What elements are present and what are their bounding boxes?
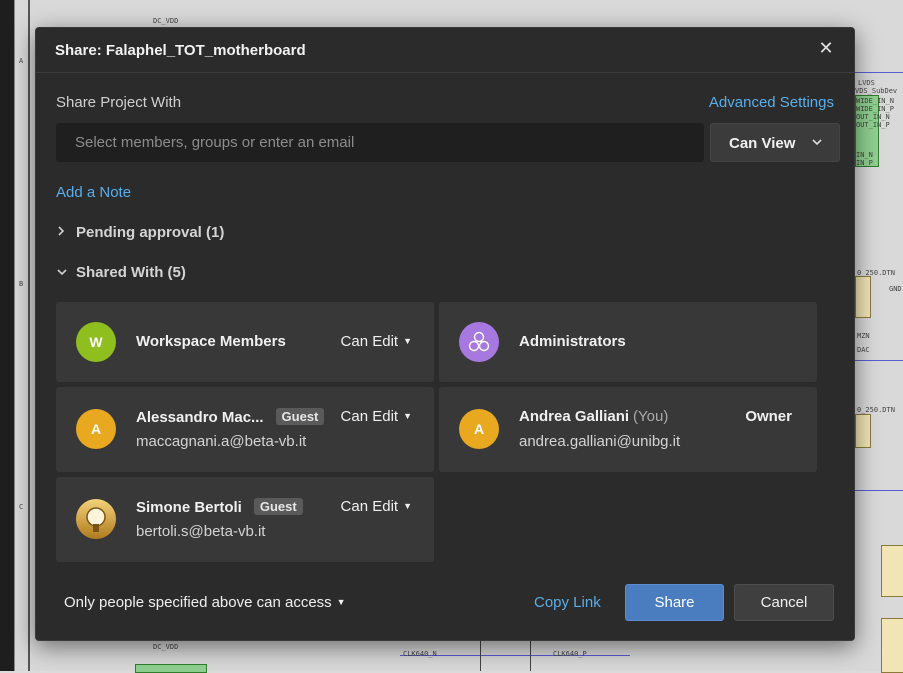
- member-card: A Alessandro Mac... Guest maccagnani.a@be…: [56, 387, 434, 472]
- member-name: Alessandro Mac...: [136, 409, 264, 426]
- member-name: Simone Bertoli: [136, 499, 242, 516]
- component-block: [855, 414, 871, 448]
- advanced-settings-link[interactable]: Advanced Settings: [709, 94, 834, 111]
- role-dropdown[interactable]: Can Edit ▼: [341, 498, 412, 515]
- net-label: IN_N: [856, 151, 873, 159]
- add-note-link[interactable]: Add a Note: [56, 184, 131, 201]
- net-label: IN_P: [856, 159, 873, 167]
- role-label: Can Edit: [340, 408, 399, 425]
- dialog-title: Share: Falaphel_TOT_motherboard: [55, 42, 306, 59]
- share-button[interactable]: Share: [625, 584, 724, 621]
- left-toolbar-strip: [0, 0, 14, 671]
- member-name-row: Simone Bertoli Guest: [136, 498, 303, 516]
- net-label: CLK640_N: [403, 650, 437, 658]
- grid-row-label: B: [19, 280, 24, 288]
- permission-dropdown-label: Can View: [729, 135, 796, 152]
- net-label: WIDE_IN_N: [856, 97, 894, 105]
- net-label: WIDE_IN_P: [856, 105, 894, 113]
- chevron-down-icon: [811, 132, 823, 155]
- grid-row-label: A: [19, 57, 24, 65]
- component-block: [855, 276, 871, 318]
- avatar: A: [459, 409, 499, 449]
- member-name-row: Andrea Galliani (You): [519, 408, 668, 425]
- dialog-header: Share: Falaphel_TOT_motherboard ✕: [36, 28, 854, 73]
- you-tag: (You): [633, 408, 669, 425]
- net-label: CLK640_P: [553, 650, 587, 658]
- net-label: MZN: [857, 332, 870, 340]
- avatar: W: [76, 322, 116, 362]
- role-dropdown[interactable]: Can Edit ▼: [341, 408, 412, 425]
- shared-with-label: Shared With (5): [76, 264, 186, 281]
- shared-with-toggle[interactable]: Shared With (5): [56, 264, 186, 281]
- net-label: LVDS: [858, 79, 875, 87]
- wire: [855, 490, 903, 491]
- caret-down-icon: ▼: [336, 597, 346, 607]
- wire: [855, 360, 903, 361]
- net-label: OUT_IN_N: [856, 113, 890, 121]
- owner-role-label: Owner: [745, 408, 792, 425]
- component-block: [881, 545, 903, 597]
- wire: [855, 72, 903, 73]
- bus-line: [480, 641, 481, 671]
- permission-dropdown[interactable]: Can View: [710, 123, 840, 162]
- role-dropdown[interactable]: Can Edit ▼: [341, 333, 412, 350]
- grid-row-label: C: [19, 503, 24, 511]
- member-card: W Workspace Members Can Edit ▼: [56, 302, 434, 382]
- member-name: Administrators: [519, 333, 626, 350]
- pending-approval-toggle[interactable]: Pending approval (1): [56, 224, 224, 241]
- share-dialog: Share: Falaphel_TOT_motherboard ✕ Share …: [35, 27, 855, 641]
- net-label: DAC: [857, 346, 870, 354]
- member-name: Workspace Members: [136, 333, 286, 350]
- net-label: DC_VDD: [153, 643, 179, 651]
- share-with-label: Share Project With: [56, 94, 182, 111]
- bus-line: [530, 641, 531, 671]
- caret-down-icon: ▼: [403, 501, 412, 511]
- member-name: Andrea Galliani: [519, 408, 630, 425]
- copy-link-button[interactable]: Copy Link: [534, 594, 601, 611]
- component-block: [135, 664, 207, 673]
- chevron-down-icon: [56, 267, 76, 280]
- guest-badge: Guest: [275, 408, 325, 425]
- cancel-button[interactable]: Cancel: [734, 584, 834, 621]
- avatar: A: [76, 409, 116, 449]
- group-icon: [459, 322, 499, 362]
- member-name-row: Alessandro Mac... Guest: [136, 408, 325, 426]
- profile-photo-avatar: [76, 499, 116, 539]
- net-label: DC_VDD: [153, 17, 179, 25]
- member-card: Administrators: [439, 302, 817, 382]
- net-label: 0_250.DTN: [857, 406, 895, 414]
- guest-badge: Guest: [253, 498, 303, 515]
- role-label: Can Edit: [340, 498, 399, 515]
- caret-down-icon: ▼: [403, 411, 412, 421]
- access-scope-dropdown[interactable]: Only people specified above can access ▼: [64, 594, 346, 611]
- member-card: Simone Bertoli Guest bertoli.s@beta-vb.it…: [56, 477, 434, 562]
- member-card: A Andrea Galliani (You) andrea.galliani@u…: [439, 387, 817, 472]
- member-email: andrea.galliani@unibg.it: [519, 433, 681, 450]
- access-scope-label: Only people specified above can access: [64, 594, 332, 611]
- member-email: maccagnani.a@beta-vb.it: [136, 433, 307, 450]
- sheet-border: [28, 0, 30, 671]
- member-email: bertoli.s@beta-vb.it: [136, 523, 266, 540]
- role-label: Can Edit: [340, 333, 399, 350]
- component-block: [881, 618, 903, 673]
- close-icon[interactable]: ✕: [816, 38, 836, 58]
- pending-approval-label: Pending approval (1): [76, 224, 225, 241]
- net-label: VDS_SubDev: [855, 87, 898, 95]
- invite-input[interactable]: [56, 123, 704, 162]
- net-label: GND: [889, 285, 902, 293]
- caret-down-icon: ▼: [403, 336, 412, 346]
- net-label: OUT_IN_P: [856, 121, 890, 129]
- chevron-right-icon: [56, 225, 76, 240]
